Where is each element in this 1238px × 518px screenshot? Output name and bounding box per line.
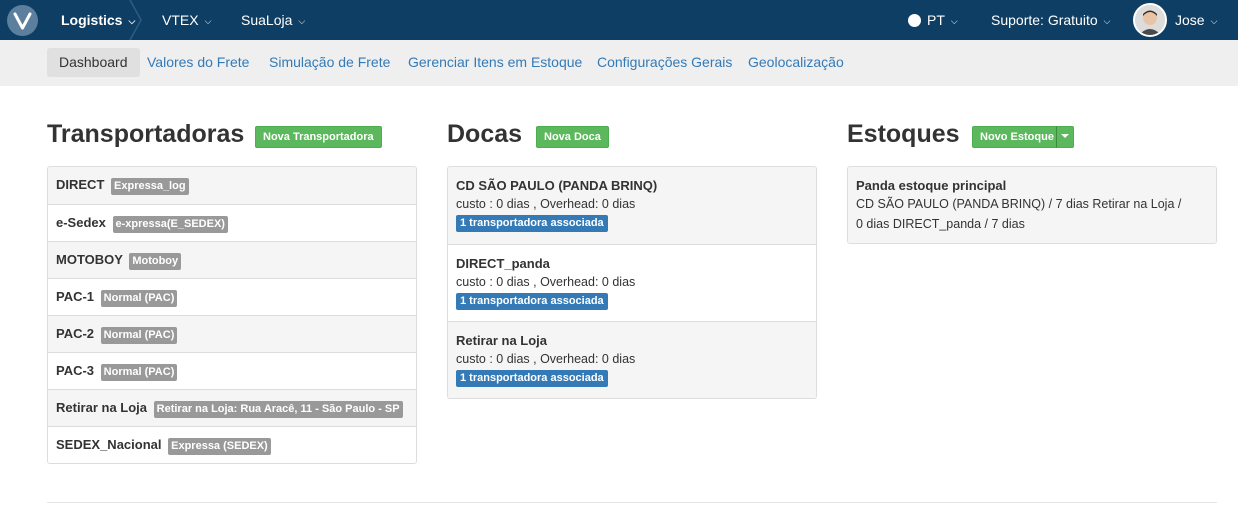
carrier-name: e-Sedex [56,215,106,230]
top-navbar: Logistics ⌵ VTEX ⌵ SuaLoja ⌵ PT ⌵ Suporte: G… [0,0,1238,40]
stock-description-line: CD SÃO PAULO (PANDA BRINQ) / 7 dias Reti… [856,197,1182,211]
carrier-name: Retirar na Loja [56,400,148,415]
new-carrier-button[interactable]: Nova Transportadora [255,126,382,148]
carrier-row[interactable]: Retirar na Loja Retirar na Loja: Rua Ara… [48,389,416,426]
sub-navigation: Dashboard Valores do Frete Simulação de … [0,40,1238,86]
carrier-type-badge: Expressa_log [111,178,189,195]
new-dock-button[interactable]: Nova Doca [536,126,609,148]
new-stock-dropdown-toggle[interactable] [1056,126,1074,148]
carrier-name: DIRECT [56,177,105,192]
language-label: PT [927,12,945,28]
carrier-name: SEDEX_Nacional [56,437,162,452]
dock-carrier-badge: 1 transportadora associada [456,370,608,387]
carrier-type-badge: Normal (PAC) [100,327,178,344]
new-stock-button[interactable]: Novo Estoque [972,126,1062,148]
tab-valores-do-frete[interactable]: Valores do Frete [135,48,261,77]
footer-divider [47,502,1217,503]
carrier-row[interactable]: PAC-2 Normal (PAC) [48,315,416,352]
stock-description-line: 0 dias DIRECT_panda / 7 dias [856,217,1025,231]
chevron-down-icon: ⌵ [298,16,306,26]
dock-carrier-badge: 1 transportadora associada [456,293,608,310]
breadcrumb-separator [129,0,142,40]
stock-name: Panda estoque principal [856,178,1007,193]
carrier-type-badge: Normal (PAC) [100,364,178,381]
user-name: Jose [1175,12,1205,28]
menu-store-label: SuaLoja [241,12,293,28]
carrier-name: PAC-3 [56,363,95,378]
dock-item[interactable]: DIRECT_panda custo : 0 dias , Overhead: … [448,244,816,321]
dock-name: CD SÃO PAULO (PANDA BRINQ) [456,178,658,193]
app-menu-logistics[interactable]: Logistics ⌵ [61,0,135,40]
vtex-logo-icon[interactable] [7,5,38,36]
carrier-type-badge: Normal (PAC) [100,290,178,307]
docks-title: Docas [447,120,523,148]
tab-gerenciar-itens-estoque[interactable]: Gerenciar Itens em Estoque [396,48,594,77]
carrier-row[interactable]: e-Sedex e-xpressa(E_SEDEX) [48,204,416,241]
carrier-row[interactable]: PAC-1 Normal (PAC) [48,278,416,315]
carrier-row[interactable]: PAC-3 Normal (PAC) [48,352,416,389]
dock-meta: custo : 0 dias , Overhead: 0 dias [456,352,636,366]
tab-simulacao-de-frete[interactable]: Simulação de Frete [257,48,402,77]
carrier-name: MOTOBOY [56,252,123,267]
caret-down-icon [1061,134,1069,138]
chevron-down-icon: ⌵ [950,16,958,26]
globe-icon [908,14,921,27]
menu-vtex[interactable]: VTEX ⌵ [162,0,211,40]
dock-name: DIRECT_panda [456,256,550,271]
carrier-name: PAC-1 [56,289,95,304]
carriers-list: DIRECT Expressa_log e-Sedex e-xpressa(E_… [47,166,417,464]
docks-list: CD SÃO PAULO (PANDA BRINQ) custo : 0 dia… [447,166,817,399]
stocks-list: Panda estoque principal CD SÃO PAULO (PA… [847,166,1217,244]
carrier-row[interactable]: DIRECT Expressa_log [48,167,416,204]
dock-name: Retirar na Loja [456,333,548,348]
support-menu[interactable]: Suporte: Gratuito ⌵ [991,0,1110,40]
chevron-down-icon: ⌵ [1103,16,1111,26]
chevron-down-icon: ⌵ [204,16,212,26]
tab-configuracoes-gerais[interactable]: Configurações Gerais [585,48,744,77]
carriers-title: Transportadoras [47,120,245,148]
dock-meta: custo : 0 dias , Overhead: 0 dias [456,197,636,211]
chevron-down-icon: ⌵ [1210,16,1218,26]
dock-item[interactable]: Retirar na Loja custo : 0 dias , Overhea… [448,321,816,398]
stock-item[interactable]: Panda estoque principal CD SÃO PAULO (PA… [848,167,1216,243]
carrier-type-badge: Expressa (SEDEX) [168,438,271,455]
stocks-title: Estoques [847,120,960,148]
carrier-name: PAC-2 [56,326,95,341]
support-label: Suporte: Gratuito [991,12,1098,28]
user-menu[interactable]: Jose ⌵ [1175,0,1217,40]
dock-meta: custo : 0 dias , Overhead: 0 dias [456,275,636,289]
dock-item[interactable]: CD SÃO PAULO (PANDA BRINQ) custo : 0 dia… [448,167,816,244]
language-selector[interactable]: PT ⌵ [908,0,958,40]
dock-carrier-badge: 1 transportadora associada [456,215,608,232]
app-menu-label: Logistics [61,12,123,28]
carrier-row[interactable]: MOTOBOY Motoboy [48,241,416,278]
tab-dashboard[interactable]: Dashboard [47,48,140,77]
menu-vtex-label: VTEX [162,12,199,28]
menu-store[interactable]: SuaLoja ⌵ [241,0,305,40]
carrier-row[interactable]: SEDEX_Nacional Expressa (SEDEX) [48,426,416,463]
carrier-type-badge: e-xpressa(E_SEDEX) [112,216,228,233]
carrier-type-badge: Retirar na Loja: Rua Aracê, 11 - São Pau… [153,401,403,418]
tab-geolocalizacao[interactable]: Geolocalização [736,48,856,77]
carrier-type-badge: Motoboy [129,253,182,270]
user-avatar[interactable] [1133,3,1167,37]
